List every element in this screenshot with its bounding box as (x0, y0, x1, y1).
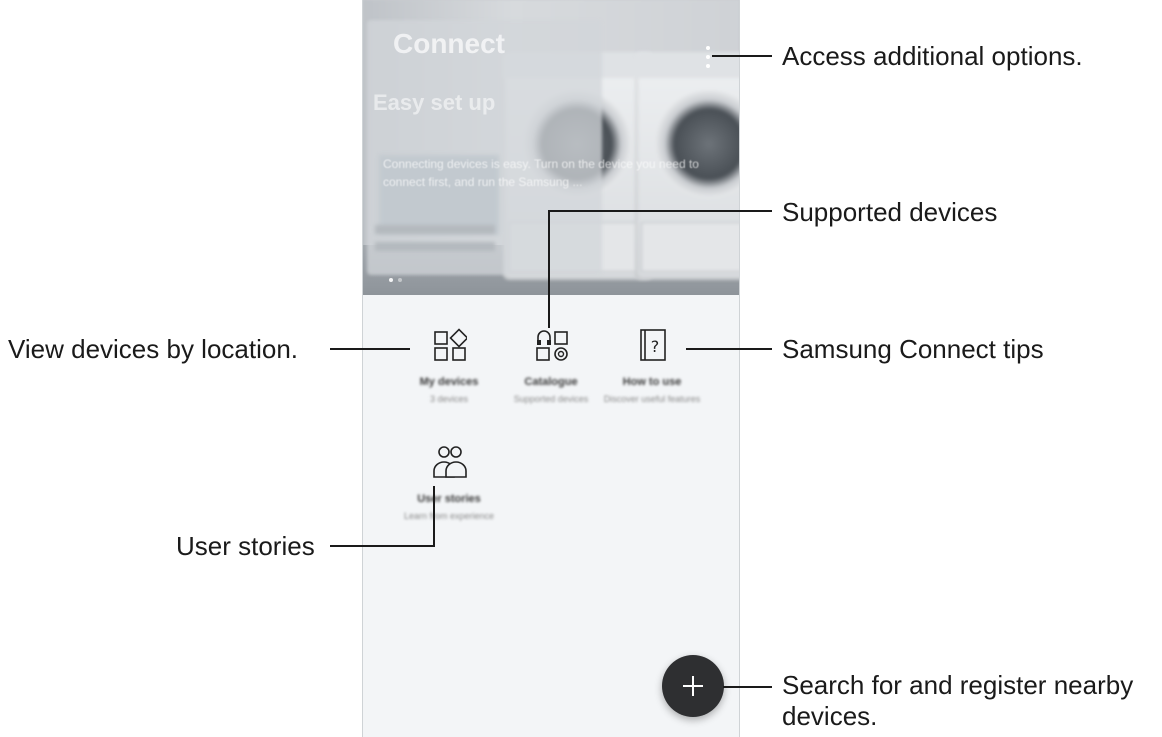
svg-text:?: ? (651, 337, 660, 356)
tile-sublabel: Discover useful features (603, 394, 701, 404)
page-indicator (389, 278, 402, 282)
more-options-icon (706, 46, 710, 50)
add-device-button[interactable] (662, 655, 724, 717)
callout-user-stories: User stories (176, 531, 315, 561)
more-options-button[interactable] (703, 46, 713, 68)
callout-line-user-stories-v (433, 486, 435, 547)
page-dot (398, 278, 402, 282)
tile-label: User stories (417, 493, 481, 505)
users-icon (433, 446, 467, 478)
devices-grid-icon (434, 328, 467, 361)
callout-supported-devices: Supported devices (782, 197, 998, 227)
callout-line-supported-v (548, 210, 550, 328)
plus-icon (683, 676, 703, 696)
callout-line-tips (686, 348, 772, 350)
app-title: Connect (393, 28, 505, 59)
catalogue-icon (536, 330, 568, 361)
callout-more-options: Access additional options. (782, 41, 1083, 71)
callout-line-supported-h (548, 210, 772, 212)
tile-user-stories[interactable]: User stories Learn from experience (387, 445, 511, 545)
card-title: Easy set up (373, 90, 496, 115)
callout-line-fab (723, 686, 772, 688)
callout-line-location (330, 348, 410, 350)
app-screen: Connect Easy set up Connecting devices i… (362, 0, 740, 737)
tile-how-to-use[interactable]: ? How to use Discover useful features (590, 328, 714, 428)
page-dot-active (389, 278, 393, 282)
callout-tips: Samsung Connect tips (782, 334, 1044, 364)
tile-label: How to use (622, 376, 682, 388)
callout-search-register-line2: devices. (782, 701, 878, 731)
callout-line-options (712, 55, 772, 57)
help-book-icon: ? (640, 329, 666, 361)
callout-search-register: Search for and register nearby (782, 670, 1134, 700)
card-text: Connecting devices is easy. Turn on the … (383, 157, 699, 189)
callout-view-by-location: View devices by location. (8, 334, 299, 364)
callout-line-user-stories-h (330, 545, 434, 547)
hero-banner[interactable]: Connect Easy set up Connecting devices i… (363, 0, 739, 295)
tile-sublabel: Learn from experience (403, 511, 495, 521)
